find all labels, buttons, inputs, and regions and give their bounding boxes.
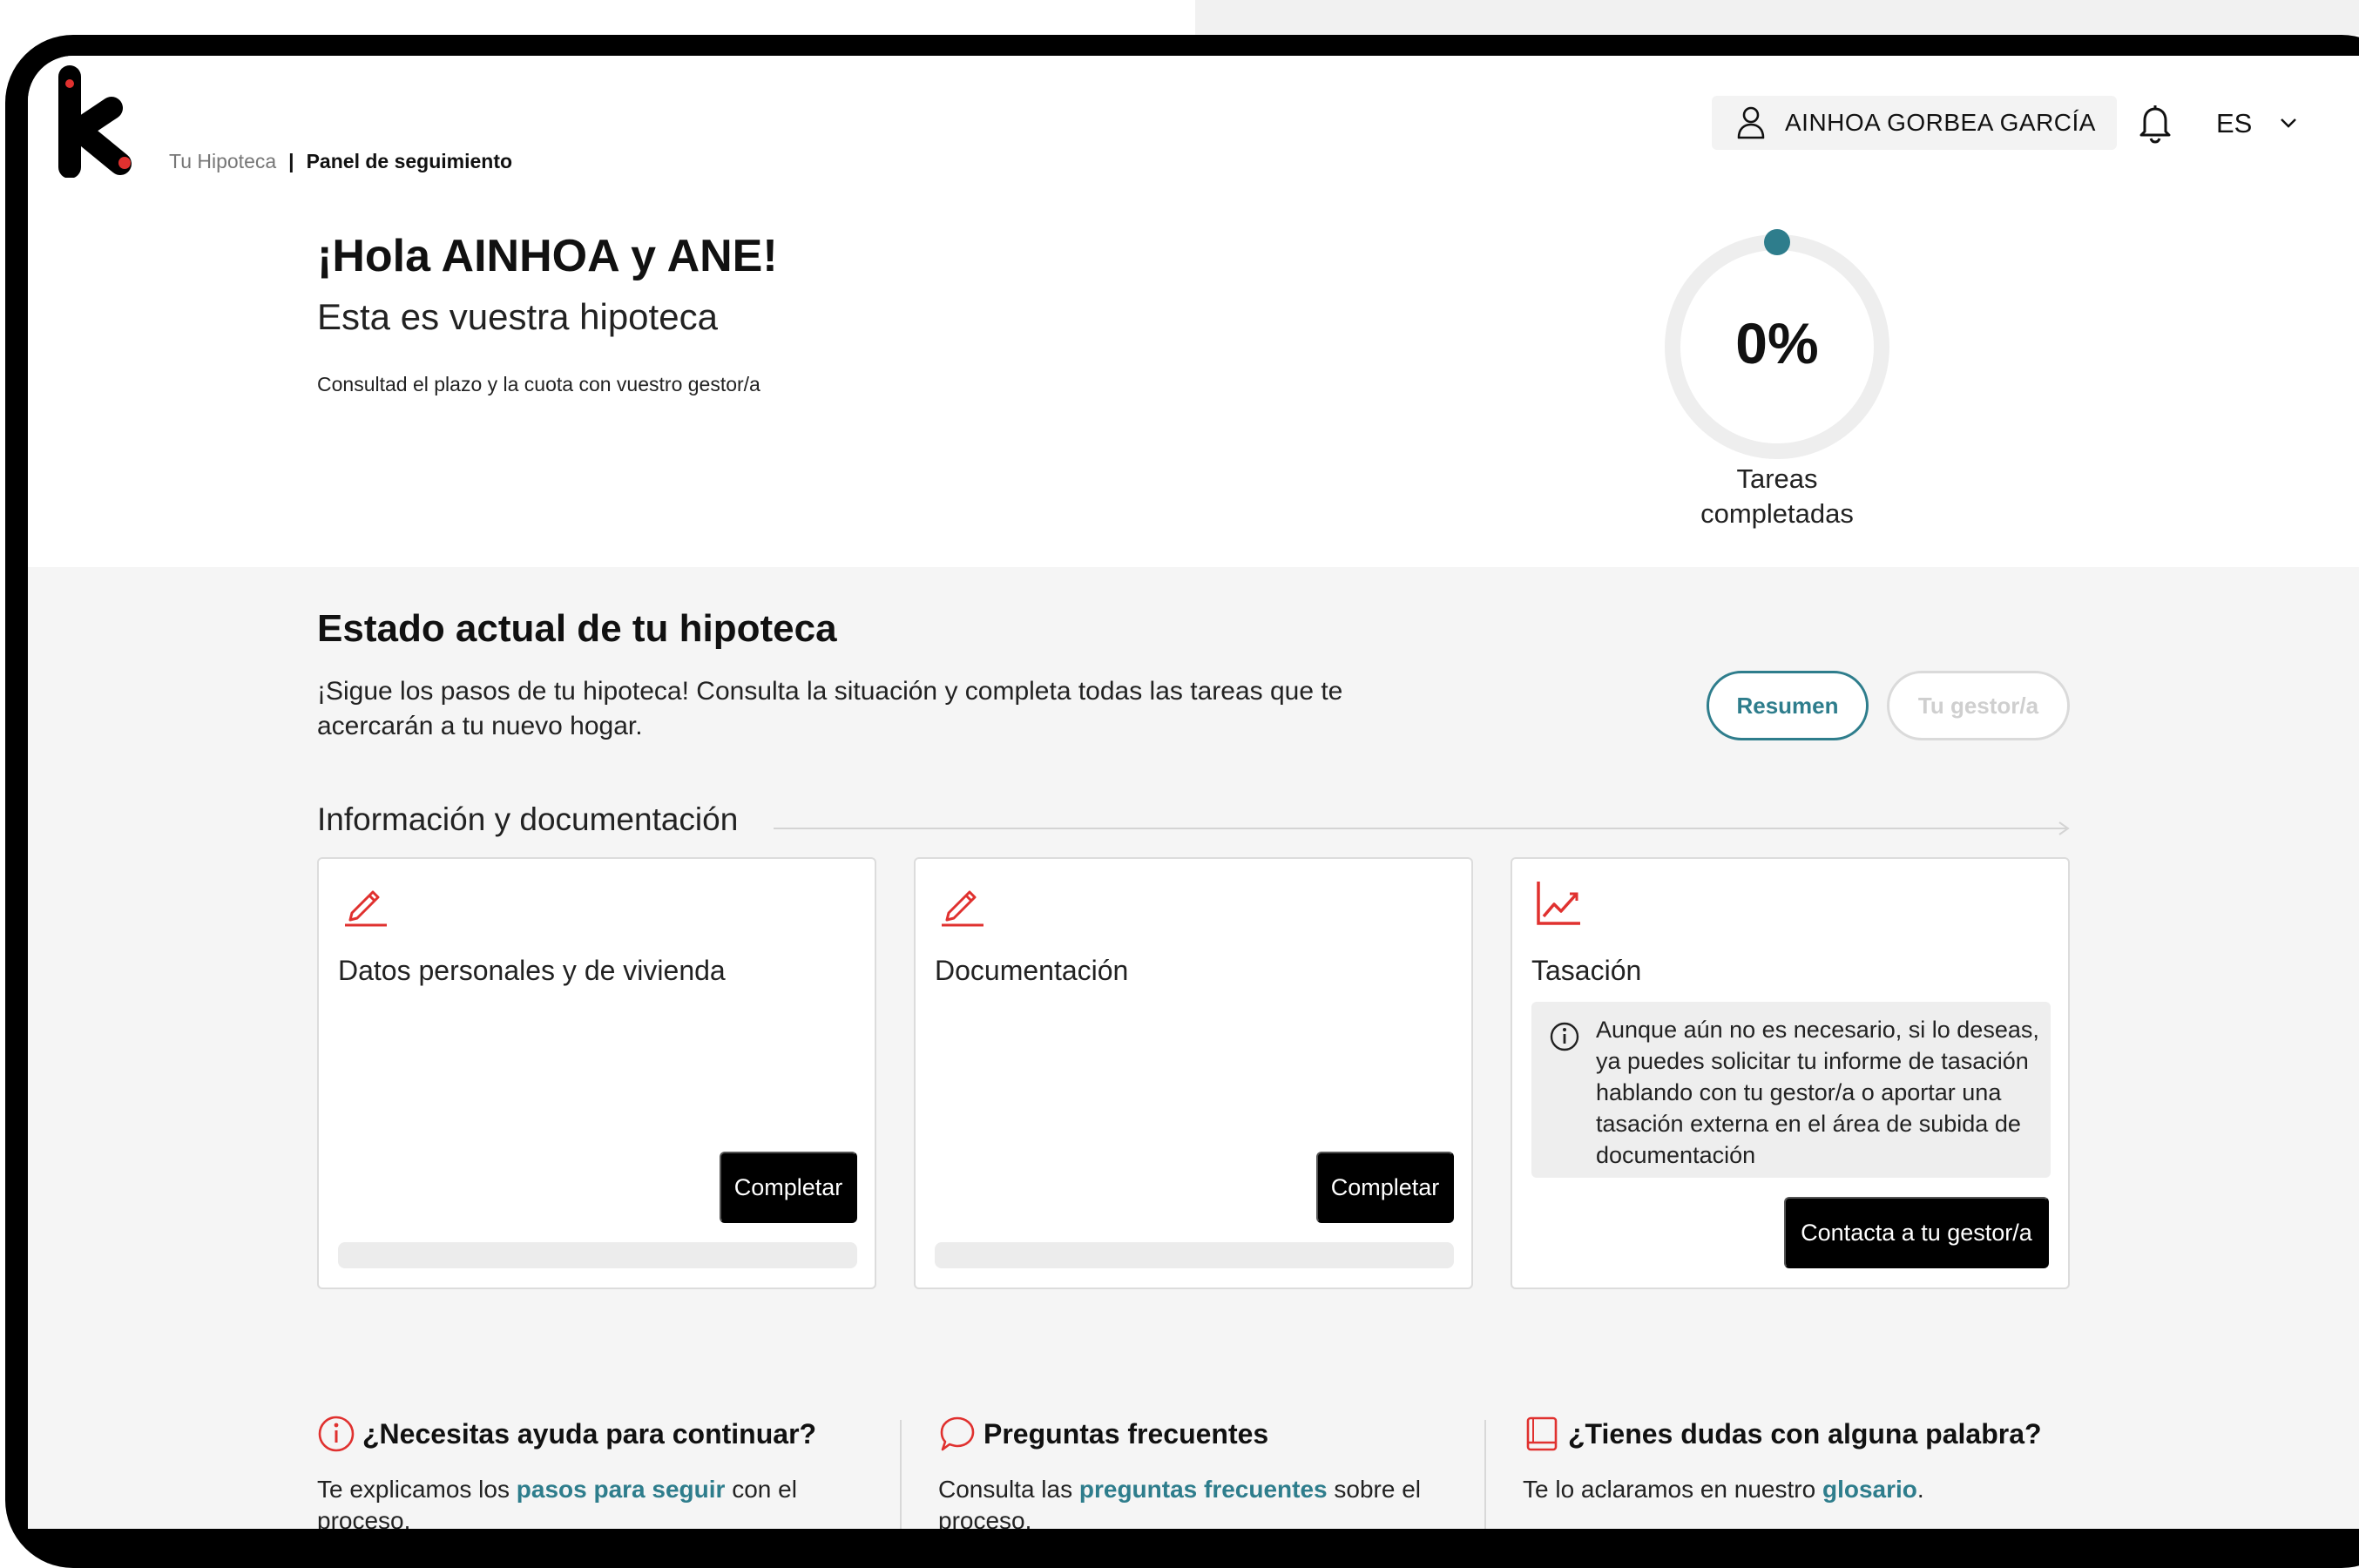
breadcrumb-root[interactable]: Tu Hipoteca bbox=[169, 150, 276, 172]
completar-button[interactable]: Completar bbox=[720, 1152, 857, 1223]
card-tasacion: Tasación Aunque aún no es necesario, si … bbox=[1511, 857, 2070, 1289]
chart-line-icon bbox=[1537, 882, 1580, 925]
pasos-link[interactable]: pasos para seguir bbox=[517, 1476, 726, 1503]
help-divider bbox=[1484, 1420, 1486, 1529]
tab-resumen[interactable]: Resumen bbox=[1707, 671, 1869, 740]
contact-manager-button[interactable]: Contacta a tu gestor/a bbox=[1784, 1197, 2049, 1268]
help-text: Te lo aclaramos en nuestro glosario. bbox=[1523, 1474, 2133, 1505]
progress-value: 0% bbox=[1735, 311, 1819, 375]
progress-ring-marker bbox=[1764, 229, 1790, 255]
tasacion-notice-text: Aunque aún no es necesario, si lo deseas… bbox=[1596, 1017, 2039, 1168]
chat-bubble-icon bbox=[940, 1416, 975, 1451]
pencil-icon bbox=[942, 890, 983, 927]
brand-logo[interactable] bbox=[54, 64, 141, 178]
card-progress-bar bbox=[338, 1242, 857, 1268]
info-circle-icon bbox=[1550, 1022, 1579, 1051]
card-title: Documentación bbox=[935, 955, 1129, 986]
faq-link[interactable]: preguntas frecuentes bbox=[1079, 1476, 1328, 1503]
status-title: Estado actual de tu hipoteca bbox=[317, 607, 837, 650]
book-icon bbox=[1526, 1416, 1558, 1451]
card-progress-bar bbox=[935, 1242, 1454, 1268]
card-documentacion: Documentación Completar bbox=[914, 857, 1473, 1289]
info-section-title: Información y documentación bbox=[317, 801, 739, 837]
help-text-pre: Te explicamos los bbox=[317, 1476, 517, 1503]
bell-icon[interactable] bbox=[2137, 104, 2173, 144]
breadcrumb-current: Panel de seguimiento bbox=[306, 150, 513, 172]
tab-tu-gestor[interactable]: Tu gestor/a bbox=[1887, 671, 2070, 740]
help-divider bbox=[900, 1420, 902, 1529]
user-icon bbox=[1737, 106, 1765, 139]
progress-label: Tareas completadas bbox=[1657, 462, 1897, 531]
greeting-note: Consultad el plazo y la cuota con vuestr… bbox=[317, 373, 760, 395]
user-menu-button[interactable]: AINHOA GORBEA GARCÍA bbox=[1712, 96, 2117, 150]
help-title: ¿Necesitas ayuda para continuar? bbox=[362, 1418, 817, 1450]
pencil-icon bbox=[345, 890, 387, 927]
progress-label-line2: completadas bbox=[1700, 498, 1854, 529]
help-text-pre: Te lo aclaramos en nuestro bbox=[1523, 1476, 1822, 1503]
app-screen: Tu Hipoteca | Panel de seguimiento AINHOA … bbox=[28, 56, 2359, 1529]
help-text: Te explicamos los pasos para seguir con … bbox=[317, 1474, 857, 1529]
top-strip bbox=[1195, 0, 2359, 35]
help-text-pre: Consulta las bbox=[938, 1476, 1079, 1503]
card-datos-personales: Datos personales y de vivienda Completar bbox=[317, 857, 876, 1289]
chevron-down-icon[interactable] bbox=[2278, 113, 2299, 132]
help-title: Preguntas frecuentes bbox=[983, 1418, 1269, 1450]
progress-label-line1: Tareas bbox=[1736, 463, 1818, 494]
help-title: ¿Tienes dudas con alguna palabra? bbox=[1568, 1418, 2042, 1450]
help-text-post: . bbox=[1916, 1476, 1924, 1503]
tasacion-notice: Aunque aún no es necesario, si lo deseas… bbox=[1531, 1002, 2051, 1178]
greeting-subtitle: Esta es vuestra hipoteca bbox=[317, 296, 718, 337]
breadcrumb: Tu Hipoteca | Panel de seguimiento bbox=[169, 150, 512, 173]
card-title: Datos personales y de vivienda bbox=[338, 955, 726, 986]
greeting-title: ¡Hola AINHOA y ANE! bbox=[317, 231, 778, 281]
info-circle-icon bbox=[318, 1416, 355, 1452]
status-description: ¡Sigue los pasos de tu hipoteca! Consult… bbox=[317, 677, 1343, 740]
breadcrumb-separator: | bbox=[288, 150, 294, 172]
help-text: Consulta las preguntas frecuentes sobre … bbox=[938, 1474, 1461, 1529]
user-name: AINHOA GORBEA GARCÍA bbox=[1785, 109, 2096, 136]
section-divider-arrow bbox=[774, 821, 2070, 835]
card-title: Tasación bbox=[1531, 955, 1642, 986]
glosario-link[interactable]: glosario bbox=[1822, 1476, 1917, 1503]
completar-button[interactable]: Completar bbox=[1316, 1152, 1454, 1223]
language-selector[interactable]: ES bbox=[2216, 108, 2252, 139]
